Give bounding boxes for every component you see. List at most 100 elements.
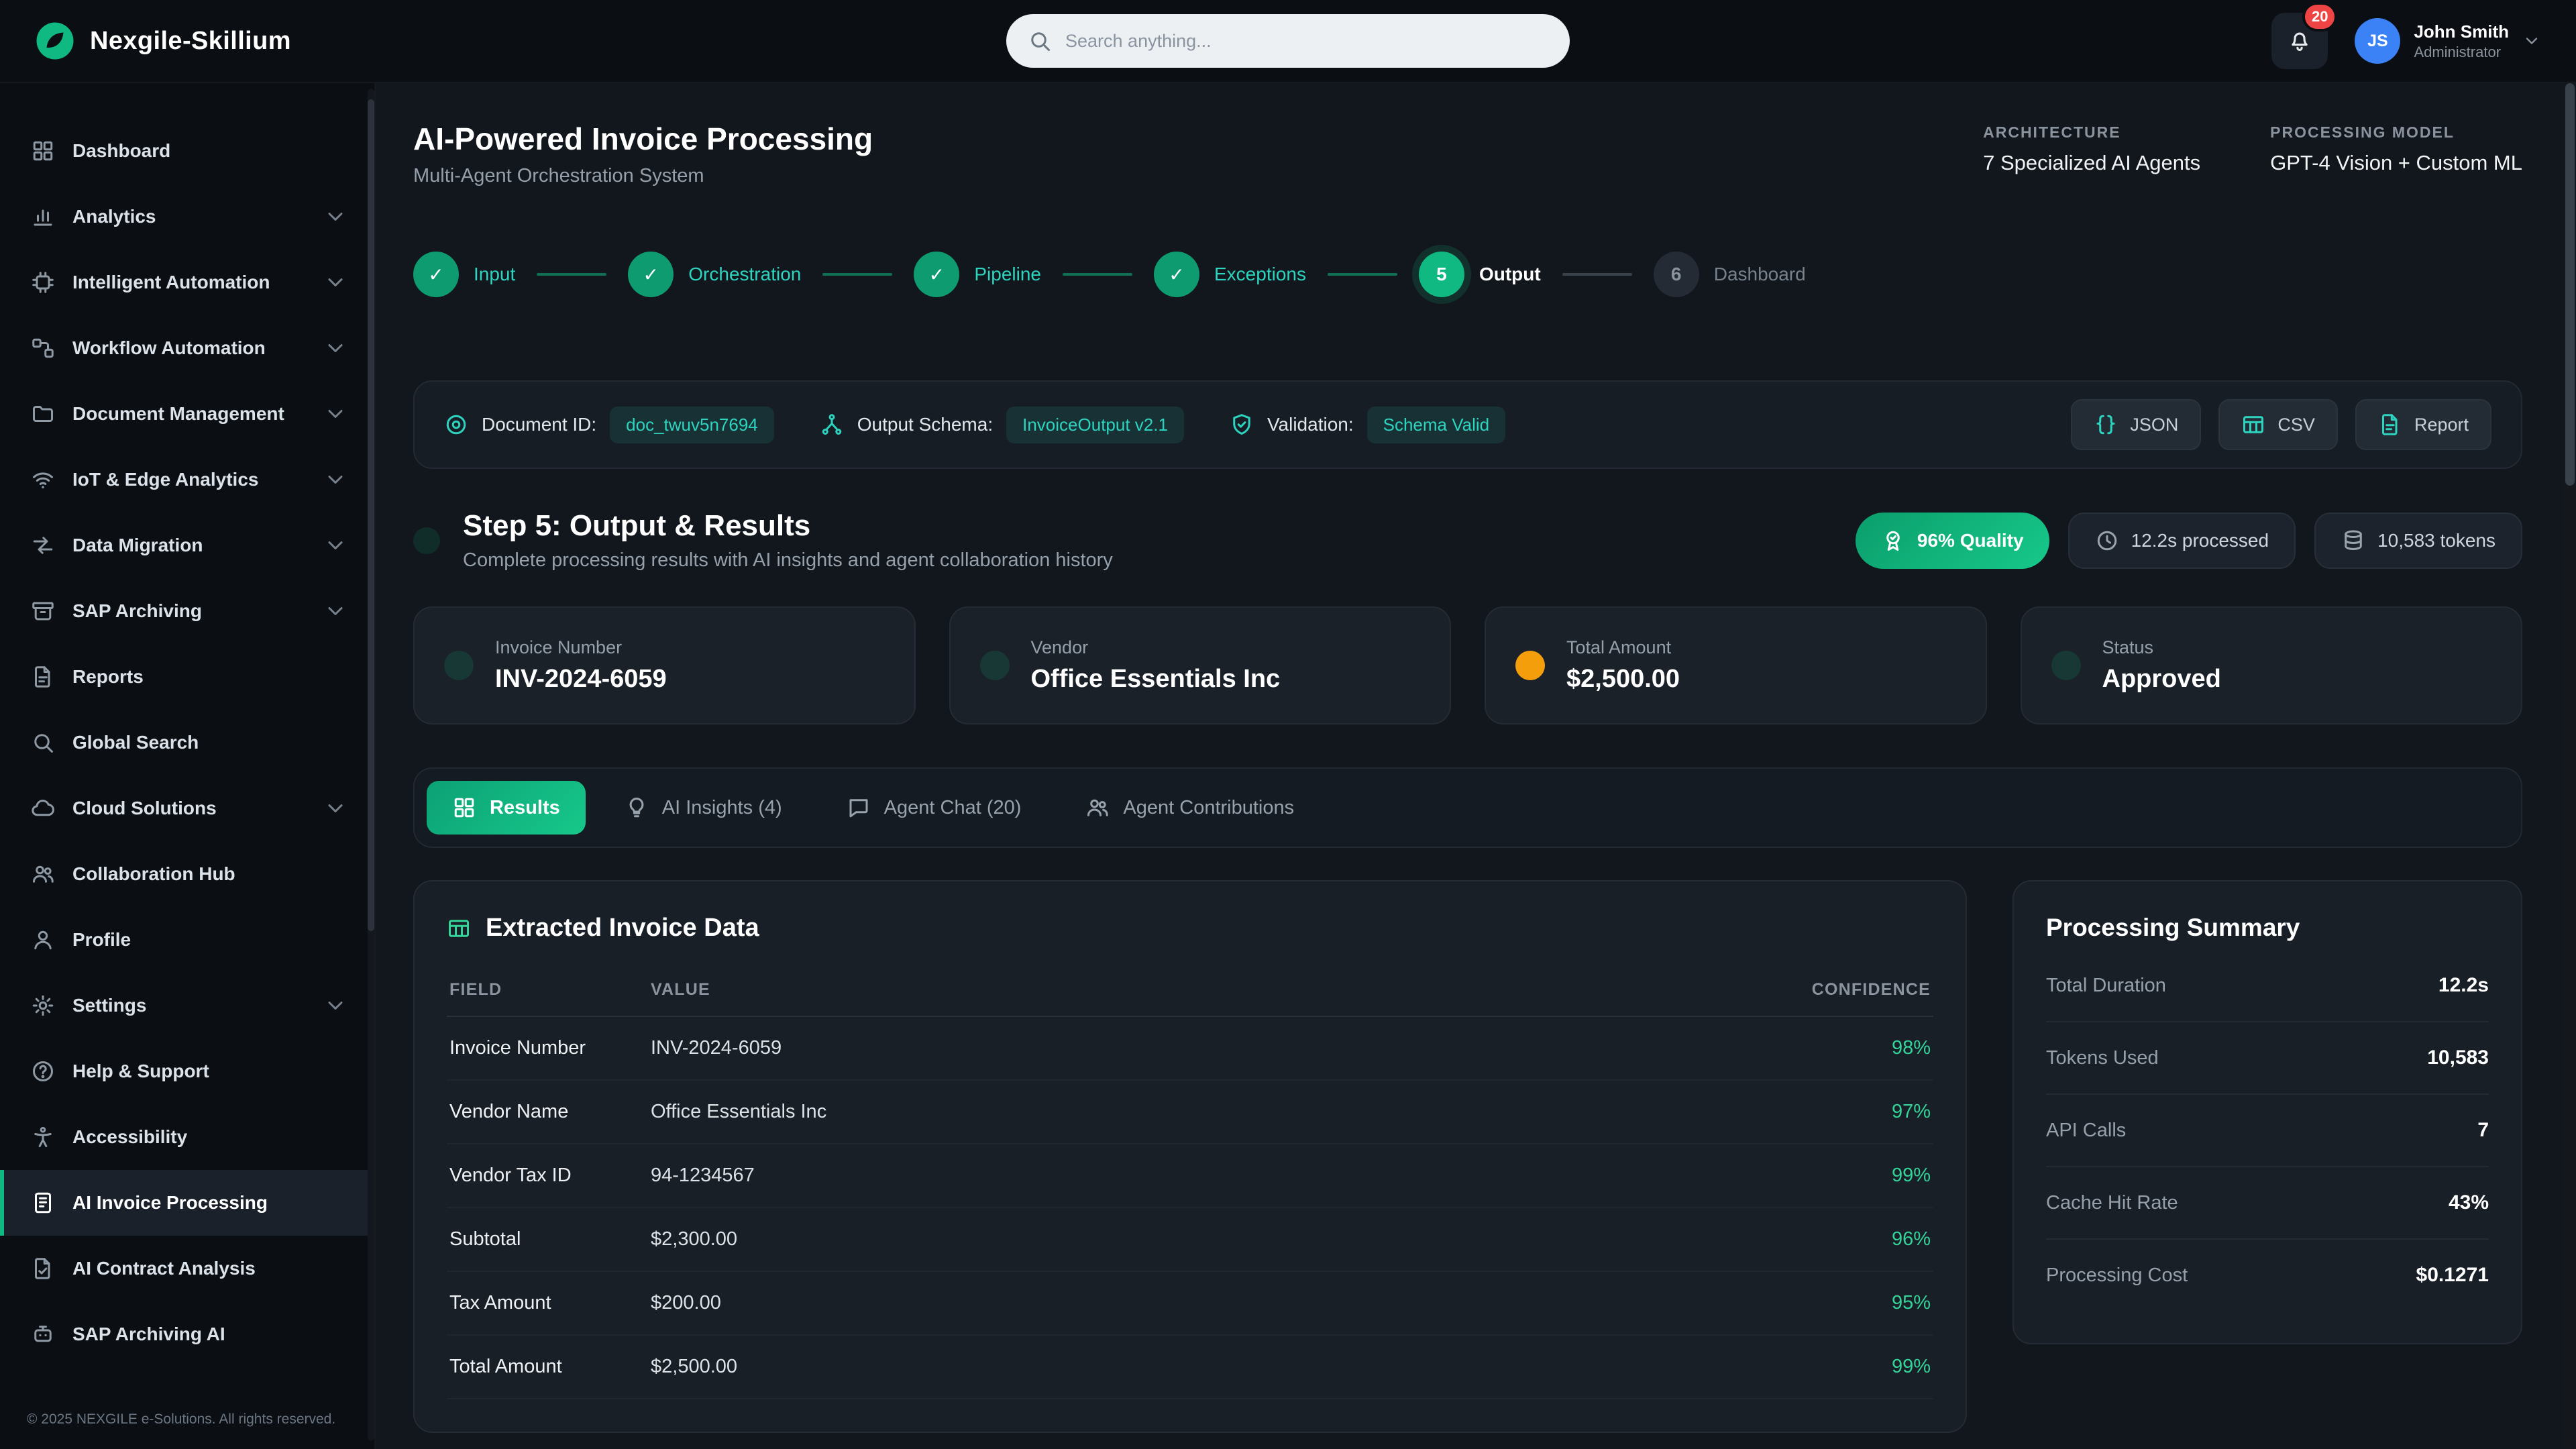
sidebar-item[interactable]: Intelligent Automation: [0, 250, 374, 315]
summary-row: API Calls 7: [2046, 1095, 2489, 1167]
sidebar-item[interactable]: AI Contract Analysis: [0, 1236, 374, 1301]
page-header: AI-Powered Invoice Processing Multi-Agen…: [413, 121, 2522, 187]
cell-field: Tax Amount: [449, 1292, 651, 1314]
tab-icon: [847, 796, 871, 820]
summary-row-label: Cache Hit Rate: [2046, 1192, 2178, 1214]
sidebar-item[interactable]: Collaboration Hub: [0, 841, 374, 907]
step-label: Input: [474, 264, 515, 285]
sidebar-item[interactable]: SAP Archiving: [0, 578, 374, 644]
chevron-down-icon: [2522, 32, 2541, 50]
sidebar-scrollbar[interactable]: [368, 89, 374, 1441]
step-connector: [822, 273, 892, 276]
doc-info-chip: doc_twuv5n7694: [610, 407, 774, 443]
summary-card-value: Office Essentials Inc: [1031, 665, 1281, 694]
sidebar-item[interactable]: Dashboard: [0, 118, 374, 184]
sidebar-item[interactable]: Workflow Automation: [0, 315, 374, 381]
tab-icon: [1085, 796, 1110, 820]
sidebar-item[interactable]: Analytics: [0, 184, 374, 250]
tab-label: Agent Chat (20): [884, 797, 1022, 819]
processing-summary-list: Total Duration 12.2s Tokens Used 10,583 …: [2046, 950, 2489, 1311]
sidebar-item[interactable]: Cloud Solutions: [0, 775, 374, 841]
sidebar-item[interactable]: Help & Support: [0, 1038, 374, 1104]
sidebar-item[interactable]: Settings: [0, 973, 374, 1038]
notifications-button[interactable]: 20: [2271, 13, 2328, 69]
summary-card-value: INV-2024-6059: [495, 665, 667, 694]
metric-badge-label: 12.2s processed: [2131, 530, 2269, 551]
step-mark: ✓: [1169, 264, 1184, 286]
summary-card-value: Approved: [2102, 665, 2221, 694]
doc-info-item: Validation: Schema Valid: [1230, 407, 1505, 443]
brand[interactable]: Nexgile-Skillium: [35, 21, 291, 61]
notification-badge: 20: [2302, 2, 2337, 32]
sidebar-item[interactable]: Global Search: [0, 710, 374, 775]
export-button[interactable]: Report: [2355, 399, 2491, 450]
sidebar-item-icon: [31, 928, 55, 952]
cell-value: $2,300.00: [651, 1228, 1729, 1250]
summary-card-icon: [980, 651, 1010, 680]
export-button[interactable]: JSON: [2071, 399, 2201, 450]
copyright-text: © 2025 NEXGILE e-Solutions. All rights r…: [0, 1393, 374, 1449]
sidebar-item-label: Cloud Solutions: [72, 798, 217, 819]
sidebar-item-label: Help & Support: [72, 1061, 209, 1082]
stepper-step[interactable]: 5 Output: [1419, 252, 1654, 297]
metric-badge: 12.2s processed: [2068, 513, 2296, 569]
page-scrollbar[interactable]: [2564, 0, 2576, 1449]
tab[interactable]: Agent Contributions: [1060, 781, 1320, 835]
tab-icon: [452, 796, 476, 820]
export-button-icon: [2378, 413, 2402, 437]
tab[interactable]: Results: [427, 781, 586, 835]
user-menu[interactable]: JS John Smith Administrator: [2355, 18, 2541, 64]
extracted-data-panel: Extracted Invoice Data FIELD VALUE CONFI…: [413, 880, 1967, 1433]
doc-info-icon: [820, 413, 844, 437]
sidebar-item[interactable]: Reports: [0, 644, 374, 710]
summary-card-label: Vendor: [1031, 637, 1281, 658]
extracted-data-title: Extracted Invoice Data: [486, 914, 759, 943]
doc-info-chip: Schema Valid: [1367, 407, 1506, 443]
sidebar-item[interactable]: AI Invoice Processing: [0, 1170, 374, 1236]
export-button-label: JSON: [2130, 415, 2178, 435]
table-body: Invoice Number INV-2024-6059 98% Vendor …: [447, 1017, 1933, 1399]
metric-badges: 96% Quality 12.2s processed 10,583 token…: [1856, 513, 2522, 569]
step-connector: [537, 273, 606, 276]
sidebar-item-label: Profile: [72, 929, 131, 951]
sidebar-item-icon: [31, 533, 55, 557]
sidebar-item-label: IoT & Edge Analytics: [72, 469, 258, 490]
table-row: Vendor Name Office Essentials Inc 97%: [447, 1081, 1933, 1144]
global-search-bar[interactable]: [1006, 14, 1570, 68]
tab[interactable]: Agent Chat (20): [821, 781, 1047, 835]
sidebar-item[interactable]: IoT & Edge Analytics: [0, 447, 374, 513]
sidebar-item[interactable]: SAP Archiving AI: [0, 1301, 374, 1367]
stat-label: ARCHITECTURE: [1983, 123, 2200, 142]
sidebar-item-icon: [31, 1191, 55, 1215]
sidebar-item-icon: [31, 1125, 55, 1149]
search-input[interactable]: [1065, 31, 1548, 52]
main-content: AI-Powered Invoice Processing Multi-Agen…: [376, 83, 2576, 1449]
cell-confidence: 96%: [1729, 1228, 1931, 1250]
tab-label: Results: [490, 797, 560, 819]
doc-info-items: Document ID: doc_twuv5n7694 Output Schem…: [444, 407, 1505, 443]
stepper-step[interactable]: ✓ Exceptions: [1154, 252, 1419, 297]
step-title: Step 5: Output & Results: [463, 509, 1113, 543]
summary-card: Invoice Number INV-2024-6059: [413, 606, 916, 724]
export-button[interactable]: CSV: [2218, 399, 2338, 450]
sidebar-item-label: Document Management: [72, 403, 284, 425]
sidebar-item[interactable]: Data Migration: [0, 513, 374, 578]
stepper-step[interactable]: ✓ Input: [413, 252, 628, 297]
stepper-step[interactable]: 6 Dashboard: [1654, 252, 1806, 297]
sidebar-item[interactable]: Document Management: [0, 381, 374, 447]
sidebar-item-icon: [31, 336, 55, 360]
user-name: John Smith: [2414, 21, 2509, 43]
sidebar-scrollbar-thumb[interactable]: [368, 99, 374, 931]
sidebar-item[interactable]: Accessibility: [0, 1104, 374, 1170]
sidebar-item[interactable]: Profile: [0, 907, 374, 973]
summary-row-label: Total Duration: [2046, 975, 2166, 997]
tab[interactable]: AI Insights (4): [599, 781, 808, 835]
sidebar-item-icon: [31, 796, 55, 820]
stepper-step[interactable]: ✓ Orchestration: [628, 252, 914, 297]
stepper-step[interactable]: ✓ Pipeline: [914, 252, 1154, 297]
step-complete-icon: [413, 527, 440, 554]
page-scrollbar-thumb[interactable]: [2565, 83, 2575, 486]
summary-card-icon: [1515, 651, 1545, 680]
step-circle: ✓: [628, 252, 674, 297]
doc-info-label: Document ID:: [482, 414, 596, 435]
